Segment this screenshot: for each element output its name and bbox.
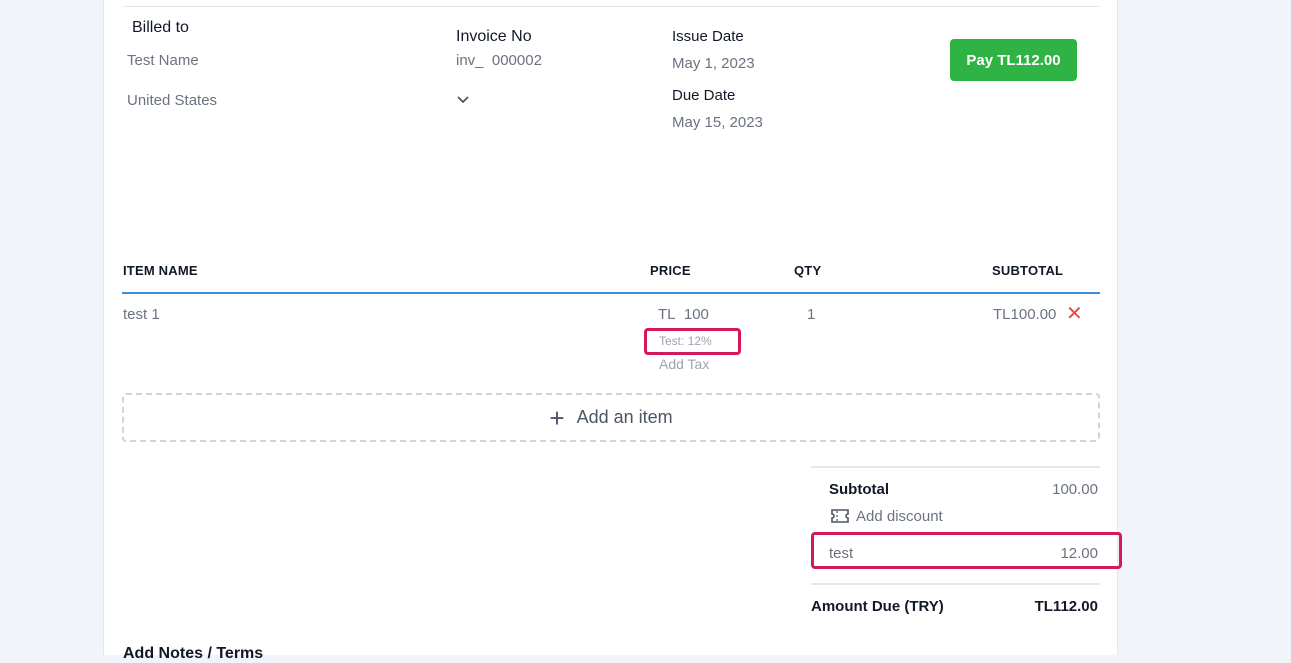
amount-due-label: Amount Due (TRY) [811,598,944,615]
amount-due-value: TL112.00 [1034,598,1098,615]
invoice-number-field[interactable]: inv_ 000002 [456,52,542,69]
tax-line-highlight [811,532,1122,569]
billed-to-label: Billed to [132,19,189,36]
totals-divider-top [811,466,1100,468]
client-country[interactable]: United States [127,92,217,109]
column-header-subtotal: SUBTOTAL [992,263,1064,278]
column-header-qty: QTY [794,263,822,278]
totals-divider-bottom [811,583,1100,585]
tax-highlight [644,328,741,355]
qty-value[interactable]: 1 [807,306,815,323]
row-subtotal: TL100.00 [993,306,1057,323]
due-date-value[interactable]: May 15, 2023 [672,114,763,131]
close-icon[interactable]: ✕ [1066,304,1083,324]
price-currency: TL [658,306,676,323]
client-name[interactable]: Test Name [127,52,199,69]
invoice-card: Billed to Test Name United States Invoic… [103,0,1122,662]
issue-date-label: Issue Date [672,28,744,45]
add-item-label: Add an item [576,407,673,427]
add-discount-label: Add discount [856,507,943,525]
subtotal-value: 100.00 [1052,481,1098,498]
add-discount-button[interactable]: Add discount [830,507,943,525]
subtotal-label: Subtotal [829,481,889,498]
due-date-label: Due Date [672,87,736,104]
top-divider [123,6,1100,7]
chevron-down-icon[interactable] [456,95,470,105]
price-value: 100 [683,306,709,323]
issue-date-value[interactable]: May 1, 2023 [672,55,755,72]
pay-button[interactable]: Pay TL112.00 [950,39,1077,81]
invoice-number: 000002 [491,52,542,69]
price-field[interactable]: TL 100 [658,306,709,323]
invoice-no-label: Invoice No [456,28,532,45]
add-item-button[interactable]: + Add an item [122,393,1100,442]
ticket-icon [831,509,849,523]
column-header-item: ITEM NAME [123,263,198,278]
item-name[interactable]: test 1 [123,306,160,323]
table-header-divider [122,292,1100,294]
column-header-price: PRICE [650,263,691,278]
invoice-prefix: inv_ [456,52,484,69]
notes-label[interactable]: Add Notes / Terms [123,645,263,663]
add-tax-link[interactable]: Add Tax [659,356,709,372]
plus-icon: + [549,402,565,433]
